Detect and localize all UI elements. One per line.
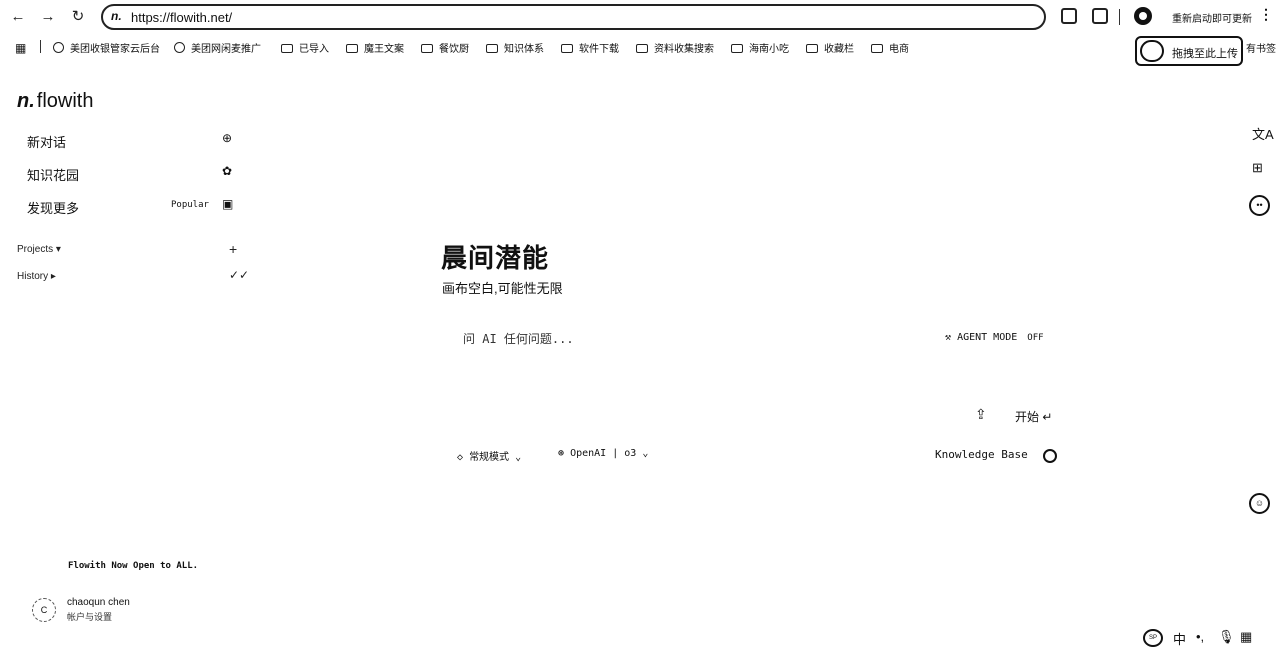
all-bookmarks-link[interactable]: 有书签 <box>1246 40 1276 55</box>
ime-logo-icon[interactable]: SP <box>1143 629 1163 647</box>
folder-icon <box>281 44 293 53</box>
prompt-input[interactable]: 问 AI 任何问题... <box>463 330 574 347</box>
upload-icon[interactable]: ⇪ <box>975 406 987 423</box>
announcement-text[interactable]: Flowith Now Open to ALL. <box>68 561 198 571</box>
chevron-down-icon: ⌄ <box>515 452 522 463</box>
sidebar-item-discover[interactable]: 发现更多 Popular ▣ <box>27 196 237 216</box>
assistant-icon[interactable]: •• <box>1249 195 1270 216</box>
url-text[interactable]: https://flowith.net/ <box>131 10 232 25</box>
folder-icon <box>486 44 498 53</box>
folder-icon <box>806 44 818 53</box>
add-project-icon[interactable]: + <box>229 241 237 257</box>
forward-icon[interactable]: → <box>38 7 58 27</box>
address-bar[interactable]: n. https://flowith.net/ <box>101 4 1046 30</box>
chevron-down-icon: ⌄ <box>642 448 649 459</box>
agent-mode-toggle[interactable]: ⚒ AGENT MODE OFF <box>945 332 1044 343</box>
microphone-icon[interactable]: 🎙 <box>1218 629 1235 645</box>
flowith-logo[interactable]: n. flowith <box>17 90 93 113</box>
magic-wand-icon: ⚒ <box>945 332 952 343</box>
agent-mode-state: OFF <box>1027 333 1044 343</box>
reload-icon[interactable]: ↻ <box>68 7 88 27</box>
projects-toggle[interactable]: Projects ▾ <box>17 244 61 255</box>
sidebar-item-knowledge-garden[interactable]: 知识花园 ✿ <box>27 163 237 183</box>
bookmark-folder[interactable]: 软件下载 <box>561 40 619 55</box>
ime-toolbox-icon[interactable]: ▦ <box>1240 629 1252 645</box>
new-chat-icon: ⊕ <box>222 131 233 145</box>
check-all-icon[interactable]: ✓✓ <box>229 268 249 282</box>
start-button[interactable]: 开始 ↵ <box>1015 408 1052 425</box>
enter-key-icon: ↵ <box>1042 410 1053 424</box>
apps-icon[interactable]: ⊞ <box>1252 160 1263 176</box>
bookmark-item[interactable]: 美团收银管家云后台 <box>53 40 160 55</box>
page-title: 晨间潜能 <box>441 243 550 273</box>
bookmark-folder[interactable]: 知识体系 <box>486 40 544 55</box>
sidebar-item-new-chat[interactable]: 新对话 ⊕ <box>27 130 237 150</box>
folder-icon <box>636 44 648 53</box>
openai-icon: ⊛ <box>558 448 565 459</box>
browser-toolbar: ← → ↻ n. https://flowith.net/ 重新启动即可更新 ⋮ <box>0 0 1280 34</box>
bookmarks-bar: ▦ 美团收银管家云后台 美团网闲麦推广 已导入 魔王文案 餐饮厨 知识体系 软件… <box>0 36 1280 58</box>
cloud-upload-icon <box>1140 40 1164 62</box>
folder-icon <box>871 44 883 53</box>
drag-upload-label: 拖拽至此上传 <box>1172 48 1238 60</box>
more-icon[interactable]: ⋮ <box>1259 6 1273 23</box>
folder-icon <box>421 44 433 53</box>
bookmark-folder[interactable]: 收藏栏 <box>806 40 854 55</box>
account-settings-link[interactable]: 帐户与设置 <box>67 610 112 623</box>
bag-icon: ▣ <box>222 197 234 211</box>
diamond-icon: ◇ <box>457 452 464 463</box>
popular-badge: Popular <box>171 200 209 210</box>
knowledge-base-toggle[interactable] <box>1043 449 1057 463</box>
drag-upload-widget[interactable]: 拖拽至此上传 <box>1135 36 1243 66</box>
restart-to-update-button[interactable]: 重新启动即可更新 <box>1172 10 1252 25</box>
apps-grid-icon[interactable]: ▦ <box>15 41 26 55</box>
history-toggle[interactable]: History ▸ <box>17 271 56 282</box>
bookmark-folder[interactable]: 魔王文案 <box>346 40 404 55</box>
screenshot-icon[interactable] <box>1061 8 1077 24</box>
garden-icon: ✿ <box>222 164 233 178</box>
model-select[interactable]: ⊛ OpenAI | o3 ⌄ <box>558 448 648 459</box>
extensions-icon[interactable] <box>1092 8 1108 24</box>
chat-bot-icon[interactable]: ☺ <box>1249 493 1270 514</box>
toolbar-divider <box>1119 9 1120 25</box>
avatar[interactable]: C <box>32 598 56 622</box>
ime-language-toggle[interactable]: 中 <box>1173 629 1186 647</box>
profile-icon[interactable] <box>1134 7 1152 25</box>
bookmark-folder[interactable]: 餐饮厨 <box>421 40 469 55</box>
favicon <box>174 42 185 53</box>
caret-right-icon: ▸ <box>50 271 56 282</box>
flowith-logo-mark: n. <box>17 90 35 112</box>
page-subtitle: 画布空白,可能性无限 <box>442 281 563 296</box>
bookmark-folder[interactable]: 电商 <box>871 40 909 55</box>
flowith-favicon: n. <box>111 9 122 23</box>
user-name[interactable]: chaoqun chen <box>67 597 130 608</box>
bookmarks-divider <box>40 40 41 53</box>
caret-down-icon: ▾ <box>55 244 61 255</box>
bookmark-folder[interactable]: 资料收集搜索 <box>636 40 714 55</box>
folder-icon <box>346 44 358 53</box>
mode-select[interactable]: ◇ 常规模式 ⌄ <box>457 448 521 463</box>
folder-icon <box>561 44 573 53</box>
favicon <box>53 42 64 53</box>
bookmark-folder[interactable]: 海南小吃 <box>731 40 789 55</box>
ime-punctuation-icon[interactable]: •, <box>1196 629 1204 644</box>
bookmark-folder[interactable]: 已导入 <box>281 40 329 55</box>
knowledge-base-label[interactable]: Knowledge Base <box>935 448 1028 461</box>
translate-icon[interactable]: 文A <box>1252 124 1274 143</box>
bookmark-item[interactable]: 美团网闲麦推广 <box>174 40 261 55</box>
back-icon[interactable]: ← <box>8 7 28 27</box>
folder-icon <box>731 44 743 53</box>
